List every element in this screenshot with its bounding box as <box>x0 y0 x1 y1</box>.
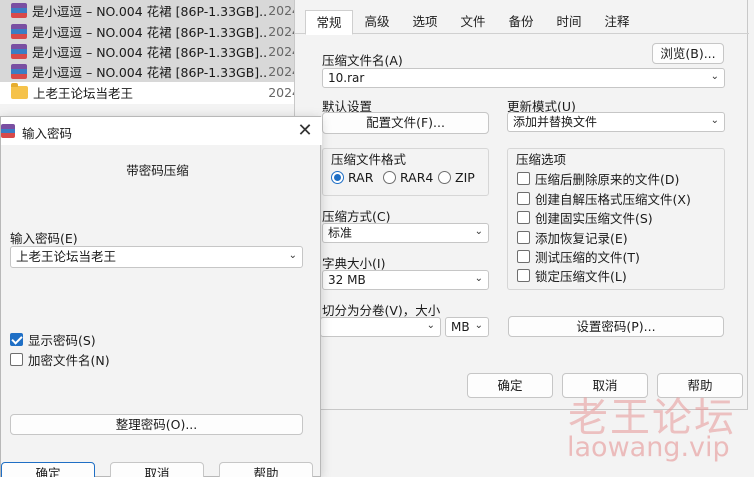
password-value: 上老王论坛当老王 <box>16 249 117 264</box>
file-row[interactable]: 是小逗逗 – NO.004 花裙 [86P-1.33GB]... 2024 <box>0 41 300 62</box>
recovery-record-label: 添加恢复记录(E) <box>535 231 628 246</box>
checkbox-indicator <box>517 250 530 263</box>
rar-archive-icon <box>11 3 27 18</box>
tab-general[interactable]: 常规 <box>305 10 353 35</box>
organize-passwords-button[interactable]: 整理密码(O)... <box>10 414 303 435</box>
chevron-down-icon: ⌄ <box>474 273 483 285</box>
format-rar4-label: RAR4 <box>400 170 434 185</box>
password-dialog: 输入密码 ✕ 带密码压缩 输入密码(E) 上老王论坛当老王 ⌄ 显示密码(S) … <box>0 116 322 477</box>
chevron-down-icon: ⌄ <box>474 226 483 238</box>
checkbox-indicator <box>517 211 530 224</box>
dialog-heading: 带密码压缩 <box>126 163 189 178</box>
chevron-down-icon: ⌄ <box>710 115 719 127</box>
folder-icon <box>11 83 28 99</box>
radio-indicator <box>331 171 344 184</box>
help-button[interactable]: 帮助 <box>219 462 313 477</box>
watermark-url: laowang.vip <box>567 432 730 463</box>
lock-archive-label: 锁定压缩文件(L) <box>535 269 627 284</box>
compression-method-value: 标准 <box>328 226 353 240</box>
checkbox-indicator <box>517 172 530 185</box>
browse-button[interactable]: 浏览(B)... <box>652 43 724 64</box>
winrar-app-icon <box>1 124 15 138</box>
update-mode-select[interactable]: 添加并替换文件 ⌄ <box>507 112 725 132</box>
dictionary-size-select[interactable]: 32 MB ⌄ <box>322 270 489 290</box>
dictionary-size-value: 32 MB <box>328 273 366 287</box>
test-files-checkbox[interactable]: 测试压缩的文件(T) <box>517 247 640 266</box>
chevron-down-icon: ⌄ <box>710 71 719 83</box>
close-icon[interactable]: ✕ <box>293 120 317 142</box>
file-name: 是小逗逗 – NO.004 花裙 [86P-1.33GB]... <box>32 4 269 19</box>
file-name: 是小逗逗 – NO.004 花裙 [86P-1.33GB]... <box>32 65 269 80</box>
checkbox-indicator <box>10 353 23 366</box>
tab-time[interactable]: 时间 <box>545 10 593 34</box>
checkbox-indicator <box>517 192 530 205</box>
password-input[interactable]: 上老王论坛当老王 ⌄ <box>10 246 303 268</box>
format-zip-label: ZIP <box>455 170 475 185</box>
split-unit-value: MB <box>451 320 470 334</box>
create-sfx-label: 创建自解压格式压缩文件(X) <box>535 192 691 207</box>
checkbox-indicator <box>10 333 23 346</box>
tab-strip: 常规 高级 选项 文件 备份 时间 注释 <box>295 10 749 35</box>
create-solid-label: 创建固实压缩文件(S) <box>535 211 653 226</box>
archive-name-combo[interactable]: 10.rar ⌄ <box>322 68 725 88</box>
encrypt-file-names-checkbox[interactable]: 加密文件名(N) <box>10 350 110 369</box>
enter-password-label: 输入密码(E) <box>10 231 78 246</box>
compression-method-select[interactable]: 标准 ⌄ <box>322 223 489 243</box>
rar-archive-icon <box>11 64 27 79</box>
tab-comment[interactable]: 注释 <box>593 10 641 34</box>
create-sfx-checkbox[interactable]: 创建自解压格式压缩文件(X) <box>517 189 691 208</box>
delete-after-checkbox[interactable]: 压缩后删除原来的文件(D) <box>517 169 679 188</box>
file-list: 是小逗逗 – NO.004 花裙 [86P-1.33GB]... 2024 是小… <box>0 0 300 104</box>
file-name: 是小逗逗 – NO.004 花裙 [86P-1.33GB]... <box>32 45 269 60</box>
rar-archive-icon <box>11 24 27 39</box>
test-files-label: 测试压缩的文件(T) <box>535 250 640 265</box>
delete-after-label: 压缩后删除原来的文件(D) <box>535 172 680 187</box>
rar-archive-icon <box>11 44 27 59</box>
format-rar4-radio[interactable]: RAR4 <box>383 170 433 185</box>
radio-indicator <box>383 171 396 184</box>
dialog-title: 输入密码 <box>22 126 73 141</box>
show-password-label: 显示密码(S) <box>28 333 96 348</box>
create-solid-checkbox[interactable]: 创建固实压缩文件(S) <box>517 208 653 227</box>
archive-settings-dialog: 常规 高级 选项 文件 备份 时间 注释 压缩文件名(A) 浏览(B)... 1… <box>294 0 749 410</box>
radio-indicator <box>438 171 451 184</box>
cancel-button[interactable]: 取消 <box>110 462 204 477</box>
archiving-options-label: 压缩选项 <box>516 152 567 167</box>
file-row[interactable]: 是小逗逗 – NO.004 花裙 [86P-1.33GB]... 2024 <box>0 21 300 42</box>
encrypt-file-names-label: 加密文件名(N) <box>28 353 110 368</box>
format-zip-radio[interactable]: ZIP <box>438 170 475 185</box>
chevron-down-icon: ⌄ <box>474 320 483 332</box>
archive-format-label: 压缩文件格式 <box>331 152 407 167</box>
file-name: 上老王论坛当老王 <box>33 86 134 101</box>
ok-button[interactable]: 确定 <box>467 373 553 398</box>
tab-backup[interactable]: 备份 <box>497 10 545 34</box>
file-row[interactable]: 是小逗逗 – NO.004 花裙 [86P-1.33GB]... 2024 <box>0 0 300 21</box>
profiles-button[interactable]: 配置文件(F)... <box>322 112 489 134</box>
file-row[interactable]: 上老王论坛当老王 2024 <box>0 82 300 103</box>
update-mode-value: 添加并替换文件 <box>513 115 598 129</box>
format-rar-label: RAR <box>348 170 374 185</box>
ok-button[interactable]: 确定 <box>1 462 95 477</box>
set-password-button[interactable]: 设置密码(P)... <box>508 316 724 337</box>
tab-options[interactable]: 选项 <box>401 10 449 34</box>
split-unit-select[interactable]: MB ⌄ <box>445 317 489 337</box>
show-password-checkbox[interactable]: 显示密码(S) <box>10 330 96 349</box>
recovery-record-checkbox[interactable]: 添加恢复记录(E) <box>517 228 628 247</box>
chevron-down-icon: ⌄ <box>288 250 297 261</box>
lock-archive-checkbox[interactable]: 锁定压缩文件(L) <box>517 266 627 285</box>
archive-name-value: 10.rar <box>328 71 365 85</box>
checkbox-indicator <box>517 231 530 244</box>
file-name: 是小逗逗 – NO.004 花裙 [86P-1.33GB]... <box>32 25 269 40</box>
tab-advanced[interactable]: 高级 <box>353 10 401 34</box>
checkbox-indicator <box>517 269 530 282</box>
file-row[interactable]: 是小逗逗 – NO.004 花裙 [86P-1.33GB]... 2024 <box>0 61 300 82</box>
archive-name-label: 压缩文件名(A) <box>322 53 403 68</box>
split-size-combo[interactable]: ⌄ <box>320 317 441 337</box>
chevron-down-icon: ⌄ <box>426 320 435 332</box>
title-bar: 输入密码 ✕ <box>1 117 322 145</box>
tab-files[interactable]: 文件 <box>449 10 497 34</box>
format-rar-radio[interactable]: RAR <box>331 170 373 185</box>
